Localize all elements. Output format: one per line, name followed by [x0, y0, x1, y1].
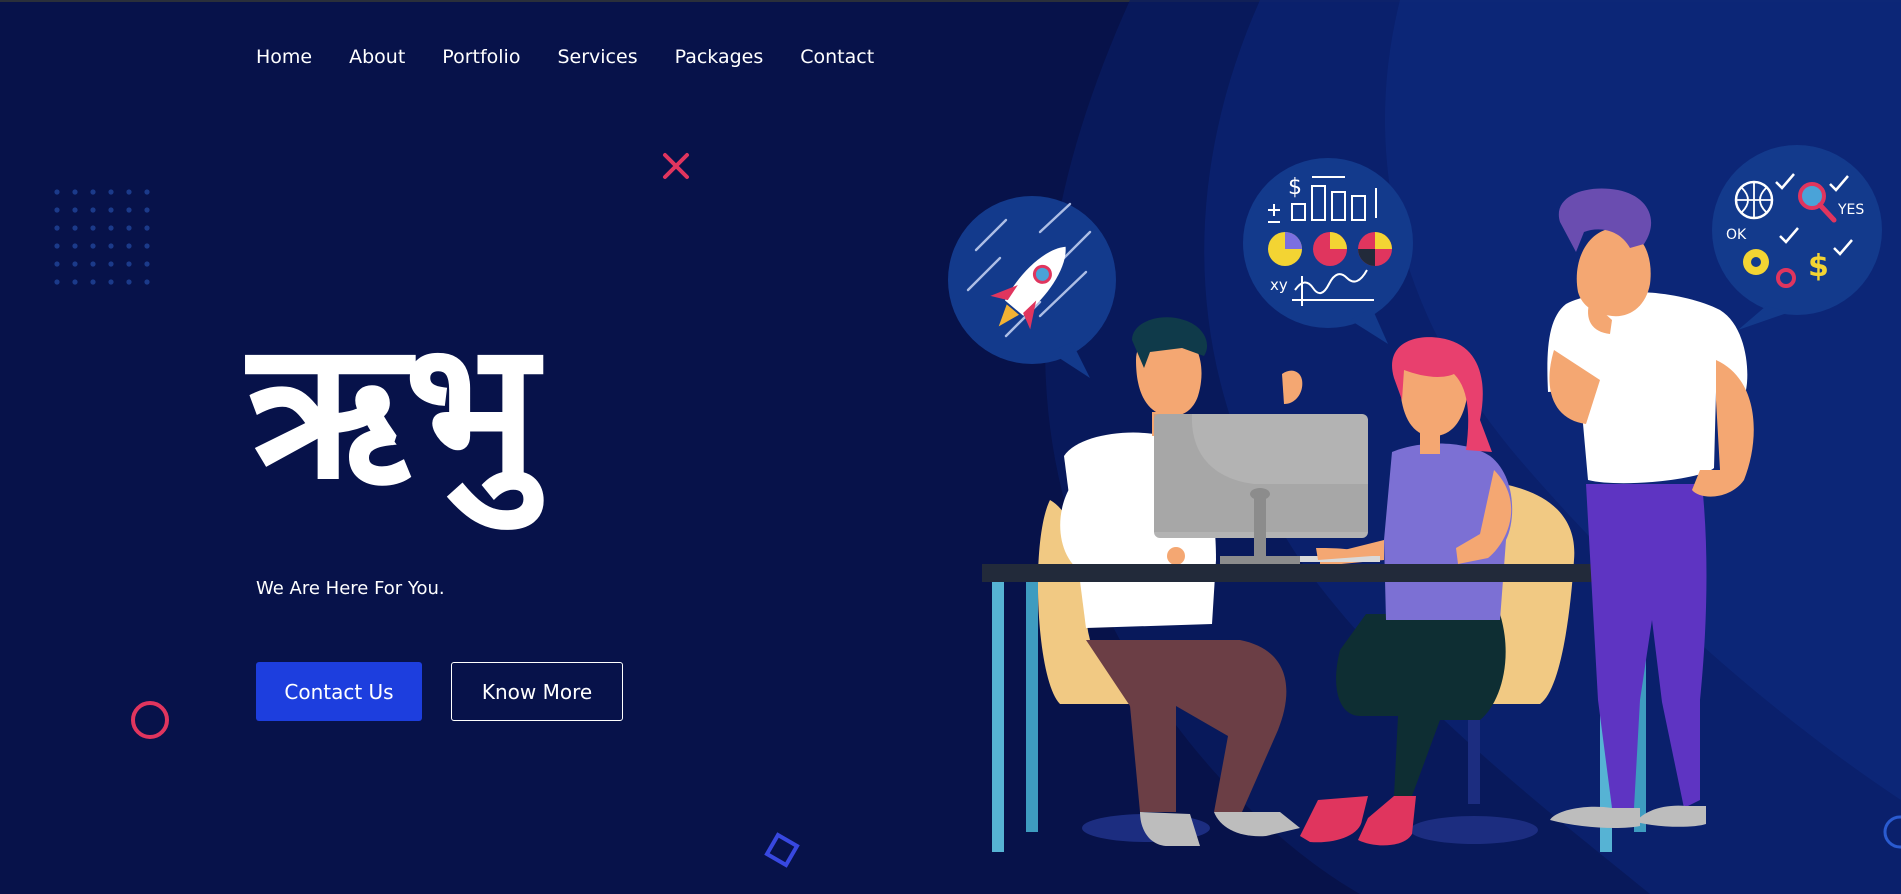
hero-tagline: We Are Here For You. — [256, 578, 445, 599]
know-more-button[interactable]: Know More — [451, 662, 623, 721]
contact-us-button[interactable]: Contact Us — [256, 662, 422, 721]
nav-home-link[interactable]: Home — [256, 44, 312, 70]
ok-label: OK — [1726, 227, 1747, 243]
yes-label: YES — [1837, 202, 1864, 218]
main-nav: Home About Portfolio Services Packages C… — [256, 44, 911, 70]
dot-grid-decoration — [54, 189, 150, 285]
nav-about-link[interactable]: About — [349, 44, 405, 70]
nav-portfolio-link[interactable]: Portfolio — [442, 44, 520, 70]
hero-title: ऋभु — [248, 300, 538, 521]
dollar-yellow-label: $ — [1808, 249, 1829, 284]
xy-label: xy — [1270, 276, 1288, 294]
nav-contact-link[interactable]: Contact — [800, 44, 874, 70]
team-illustration: $ xy YES OK $ — [948, 145, 1882, 852]
pink-ring-icon — [131, 701, 169, 739]
rocket-bubble-icon — [948, 196, 1116, 378]
charts-bubble-icon: $ xy — [1243, 158, 1413, 344]
ideas-bubble-icon: YES OK $ — [1712, 145, 1882, 330]
blue-diamond-icon — [764, 832, 800, 868]
pink-cross-icon — [663, 153, 689, 179]
nav-services-link[interactable]: Services — [557, 44, 637, 70]
nav-packages-link[interactable]: Packages — [675, 44, 764, 70]
dollar-label: $ — [1288, 175, 1302, 200]
